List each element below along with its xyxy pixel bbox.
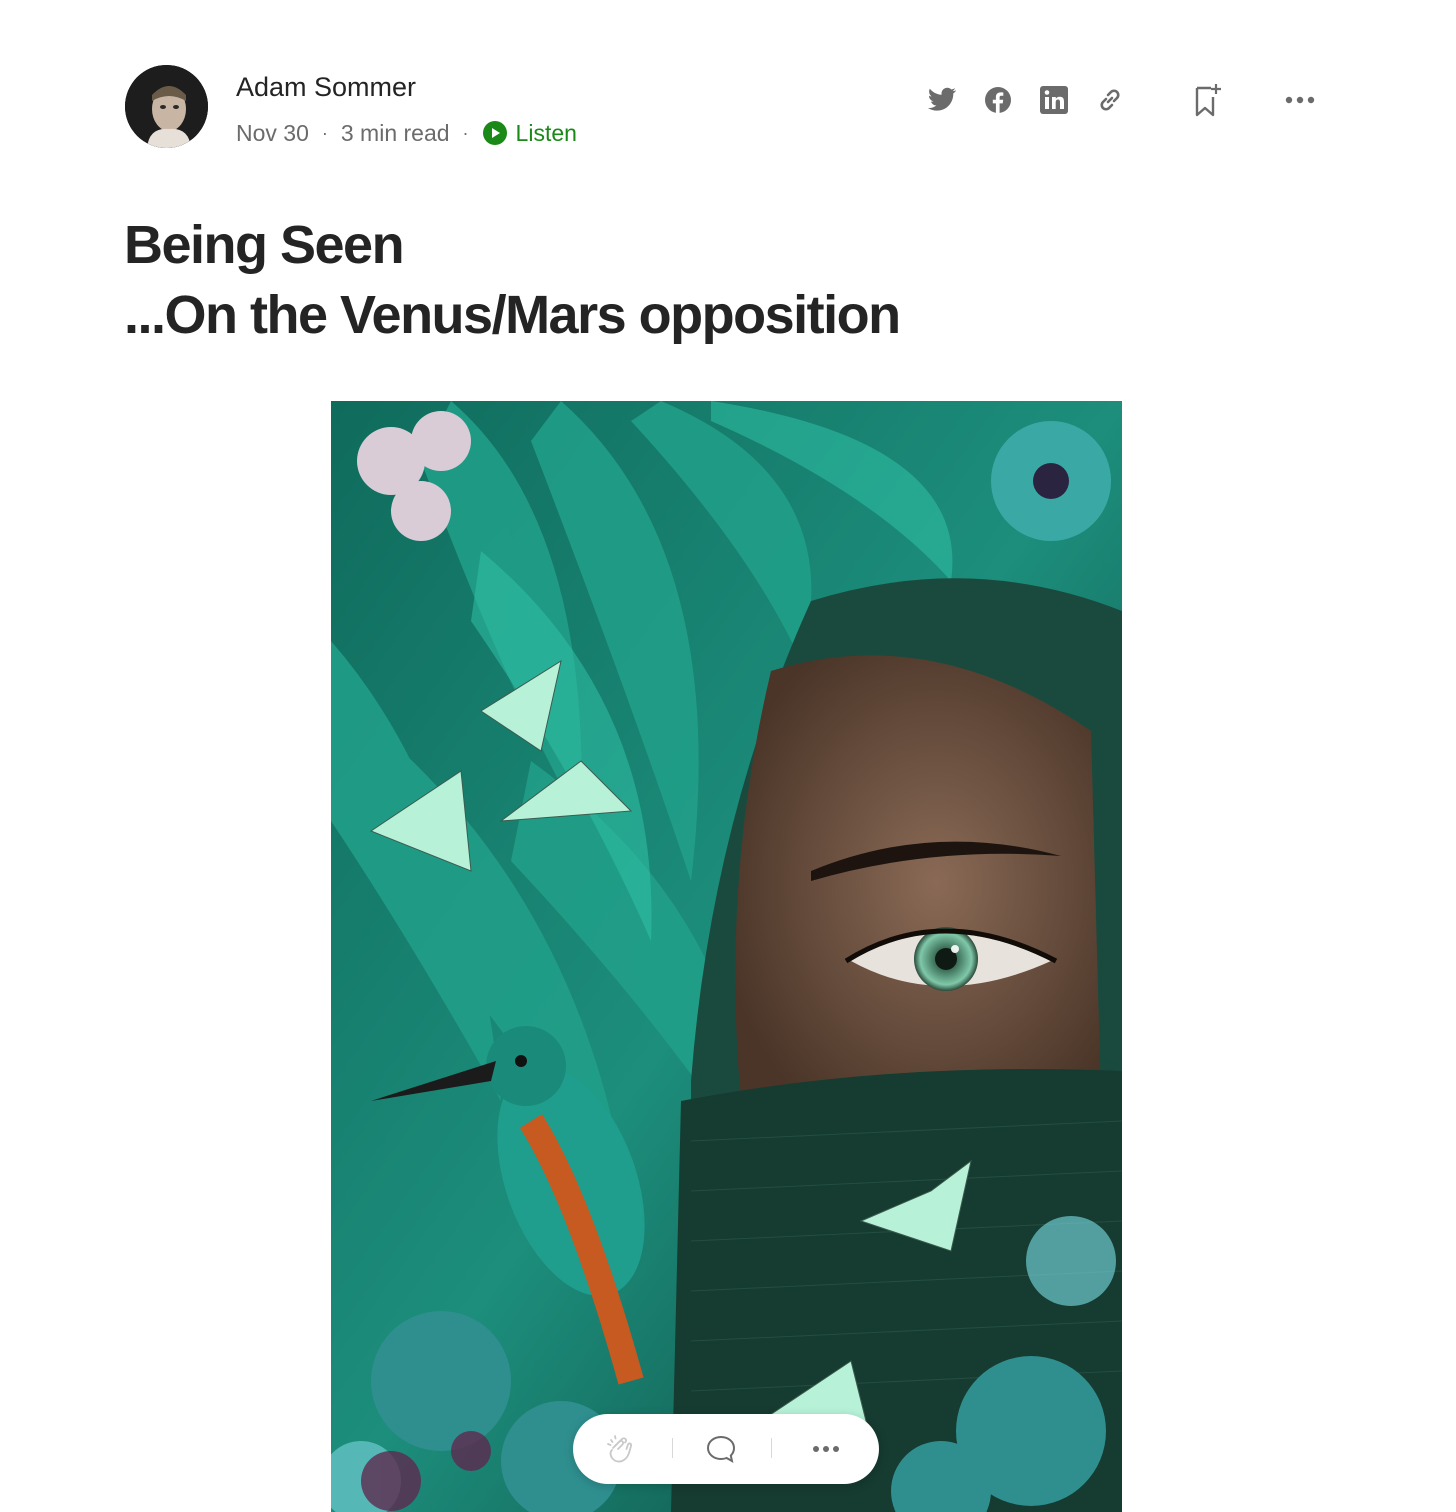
article-title-line1: Being Seen — [124, 215, 405, 275]
article-title: Being Seen ...On the Venus/Mars oppositi… — [124, 210, 901, 350]
publish-date: Nov 30 — [236, 120, 309, 146]
bookmark-add-icon[interactable] — [1188, 80, 1228, 120]
comment-icon[interactable] — [701, 1429, 741, 1469]
read-time: 3 min read — [340, 120, 450, 146]
floating-action-bar — [573, 1414, 879, 1484]
facebook-icon[interactable] — [978, 80, 1018, 120]
linkedin-icon[interactable] — [1034, 80, 1074, 120]
clap-icon[interactable] — [601, 1429, 641, 1469]
meta-separator: · — [462, 123, 469, 143]
hero-image — [331, 401, 1122, 1512]
article-meta: Nov 30 · 3 min read · Listen — [236, 117, 577, 149]
article-page: Adam Sommer Nov 30 · 3 min read · Listen — [0, 0, 1456, 1512]
divider — [672, 1438, 673, 1458]
divider — [771, 1438, 772, 1458]
meta-separator: · — [321, 123, 328, 143]
link-icon[interactable] — [1090, 80, 1130, 120]
author-avatar[interactable] — [125, 65, 208, 148]
listen-label: Listen — [515, 120, 577, 146]
article-title-line2: ...On the Venus/Mars opposition — [124, 285, 901, 345]
twitter-icon[interactable] — [922, 80, 962, 120]
author-name[interactable]: Adam Sommer — [236, 70, 416, 104]
more-horizontal-icon[interactable] — [806, 1429, 846, 1469]
more-options-icon[interactable] — [1280, 80, 1320, 120]
listen-button[interactable]: Listen — [482, 117, 577, 149]
play-icon — [482, 121, 507, 145]
